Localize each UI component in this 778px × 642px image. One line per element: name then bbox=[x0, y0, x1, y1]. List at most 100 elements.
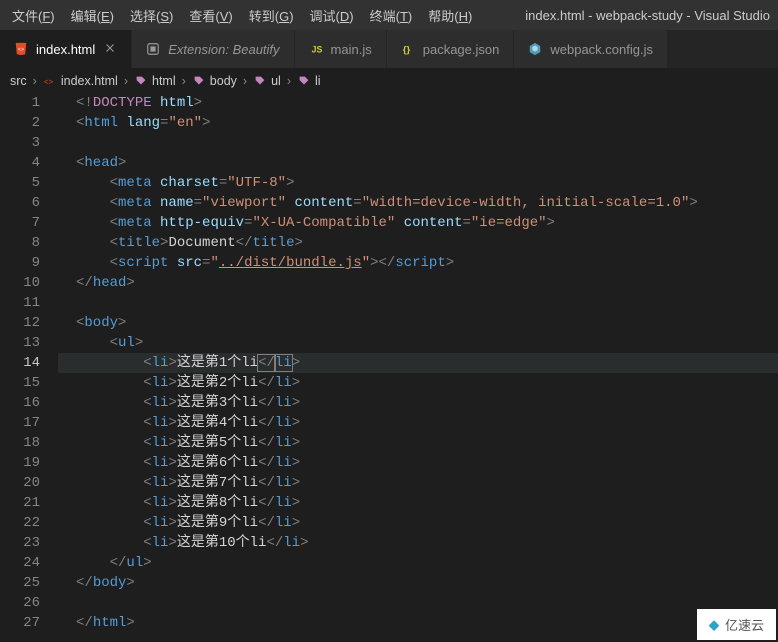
menubar: 文件(F)编辑(E)选择(S)查看(V)转到(G)调试(D)终端(T)帮助(H)… bbox=[0, 0, 778, 30]
tabbar: <> index.html Extension: Beautify JS main.js… bbox=[0, 30, 778, 69]
tab-extension-beautify[interactable]: Extension: Beautify bbox=[132, 30, 294, 68]
ext-icon bbox=[146, 42, 160, 56]
code-line[interactable]: <ul> bbox=[58, 333, 778, 353]
svg-text:JS: JS bbox=[311, 45, 322, 55]
line-number: 23 bbox=[0, 533, 40, 553]
code-line[interactable] bbox=[58, 293, 778, 313]
code-line[interactable]: </head> bbox=[58, 273, 778, 293]
code-area[interactable]: <!DOCTYPE html><html lang="en"> <head> <m… bbox=[58, 93, 778, 633]
webpack-icon bbox=[528, 42, 542, 56]
code-line[interactable]: <!DOCTYPE html> bbox=[58, 93, 778, 113]
tab-main-js[interactable]: JS main.js bbox=[295, 30, 387, 68]
svg-text:{}: {} bbox=[402, 45, 410, 56]
chevron-right-icon: › bbox=[287, 74, 291, 88]
menu-item-d[interactable]: 调试(D) bbox=[302, 2, 362, 29]
watermark-text: 亿速云 bbox=[725, 615, 764, 634]
breadcrumb-label: body bbox=[210, 74, 237, 88]
menu-item-h[interactable]: 帮助(H) bbox=[420, 2, 480, 29]
menu-item-s[interactable]: 选择(S) bbox=[122, 2, 181, 29]
breadcrumb-html[interactable]: html bbox=[134, 74, 176, 88]
tab-label: webpack.config.js bbox=[550, 42, 653, 57]
line-number: 4 bbox=[0, 153, 40, 173]
breadcrumb-label: li bbox=[315, 74, 321, 88]
code-line[interactable]: </html> bbox=[58, 613, 778, 633]
line-number: 7 bbox=[0, 213, 40, 233]
menu-item-g[interactable]: 转到(G) bbox=[241, 2, 302, 29]
line-number: 9 bbox=[0, 253, 40, 273]
code-line[interactable]: <li>这是第5个li</li> bbox=[58, 433, 778, 453]
line-number: 24 bbox=[0, 553, 40, 573]
html-file-icon: <> bbox=[43, 74, 57, 88]
breadcrumbs: src›<>index.html›html›body›ul›li bbox=[0, 69, 778, 93]
tab-label: index.html bbox=[36, 42, 95, 57]
editor[interactable]: 1234567891011121314151617181920212223242… bbox=[0, 93, 778, 633]
tab-label: Extension: Beautify bbox=[168, 42, 279, 57]
tab-package-json[interactable]: {}package.json bbox=[387, 30, 515, 68]
svg-text:<>: <> bbox=[18, 47, 24, 53]
line-number: 17 bbox=[0, 413, 40, 433]
tag-icon bbox=[134, 74, 148, 88]
code-line[interactable]: <script src="../dist/bundle.js"></script… bbox=[58, 253, 778, 273]
tag-icon bbox=[192, 74, 206, 88]
svg-text:<>: <> bbox=[44, 78, 54, 87]
breadcrumb-label: ul bbox=[271, 74, 281, 88]
code-line[interactable]: </body> bbox=[58, 573, 778, 593]
code-line[interactable]: <html lang="en"> bbox=[58, 113, 778, 133]
line-number: 19 bbox=[0, 453, 40, 473]
code-line[interactable]: <li>这是第4个li</li> bbox=[58, 413, 778, 433]
tag-icon bbox=[253, 74, 267, 88]
line-number: 11 bbox=[0, 293, 40, 313]
line-number: 14 bbox=[0, 353, 40, 373]
code-line[interactable]: <li>这是第10个li</li> bbox=[58, 533, 778, 553]
code-line[interactable]: <meta name="viewport" content="width=dev… bbox=[58, 193, 778, 213]
code-line[interactable]: <meta charset="UTF-8"> bbox=[58, 173, 778, 193]
menu-item-f[interactable]: 文件(F) bbox=[4, 2, 63, 29]
line-number: 10 bbox=[0, 273, 40, 293]
line-number: 12 bbox=[0, 313, 40, 333]
menu-item-v[interactable]: 查看(V) bbox=[181, 2, 240, 29]
line-number: 25 bbox=[0, 573, 40, 593]
code-line[interactable]: <li>这是第2个li</li> bbox=[58, 373, 778, 393]
close-icon[interactable] bbox=[103, 41, 117, 58]
line-number: 13 bbox=[0, 333, 40, 353]
code-line[interactable] bbox=[58, 593, 778, 613]
tab-webpack-config-js[interactable]: webpack.config.js bbox=[514, 30, 668, 68]
code-line[interactable]: <li>这是第3个li</li> bbox=[58, 393, 778, 413]
breadcrumb-body[interactable]: body bbox=[192, 74, 237, 88]
tab-label: main.js bbox=[331, 42, 372, 57]
breadcrumb-ul[interactable]: ul bbox=[253, 74, 281, 88]
line-number: 16 bbox=[0, 393, 40, 413]
line-number: 15 bbox=[0, 373, 40, 393]
code-line[interactable]: <title>Document</title> bbox=[58, 233, 778, 253]
chevron-right-icon: › bbox=[33, 74, 37, 88]
breadcrumb-src[interactable]: src bbox=[10, 74, 27, 88]
line-number: 2 bbox=[0, 113, 40, 133]
json-icon: {} bbox=[401, 42, 415, 56]
code-line[interactable]: <li>这是第1个li</li> bbox=[58, 353, 778, 373]
tab-index-html[interactable]: <> index.html bbox=[0, 30, 132, 68]
html-icon: <> bbox=[14, 42, 28, 56]
breadcrumb-index.html[interactable]: <> index.html bbox=[43, 74, 118, 88]
line-number: 18 bbox=[0, 433, 40, 453]
code-line[interactable]: <li>这是第7个li</li> bbox=[58, 473, 778, 493]
line-number: 22 bbox=[0, 513, 40, 533]
js-icon: JS bbox=[309, 42, 323, 56]
menu-item-t[interactable]: 终端(T) bbox=[362, 2, 421, 29]
code-line[interactable]: </ul> bbox=[58, 553, 778, 573]
line-number: 27 bbox=[0, 613, 40, 633]
breadcrumb-li[interactable]: li bbox=[297, 74, 321, 88]
code-line[interactable]: <li>这是第8个li</li> bbox=[58, 493, 778, 513]
breadcrumb-label: html bbox=[152, 74, 176, 88]
line-number-gutter: 1234567891011121314151617181920212223242… bbox=[0, 93, 58, 633]
breadcrumb-label: index.html bbox=[61, 74, 118, 88]
menu-item-e[interactable]: 编辑(E) bbox=[63, 2, 122, 29]
line-number: 3 bbox=[0, 133, 40, 153]
code-line[interactable]: <li>这是第9个li</li> bbox=[58, 513, 778, 533]
code-line[interactable]: <li>这是第6个li</li> bbox=[58, 453, 778, 473]
code-line[interactable]: <body> bbox=[58, 313, 778, 333]
watermark-icon: ◆ bbox=[709, 617, 719, 633]
code-line[interactable]: <head> bbox=[58, 153, 778, 173]
code-line[interactable]: <meta http-equiv="X-UA-Compatible" conte… bbox=[58, 213, 778, 233]
line-number: 21 bbox=[0, 493, 40, 513]
code-line[interactable] bbox=[58, 133, 778, 153]
